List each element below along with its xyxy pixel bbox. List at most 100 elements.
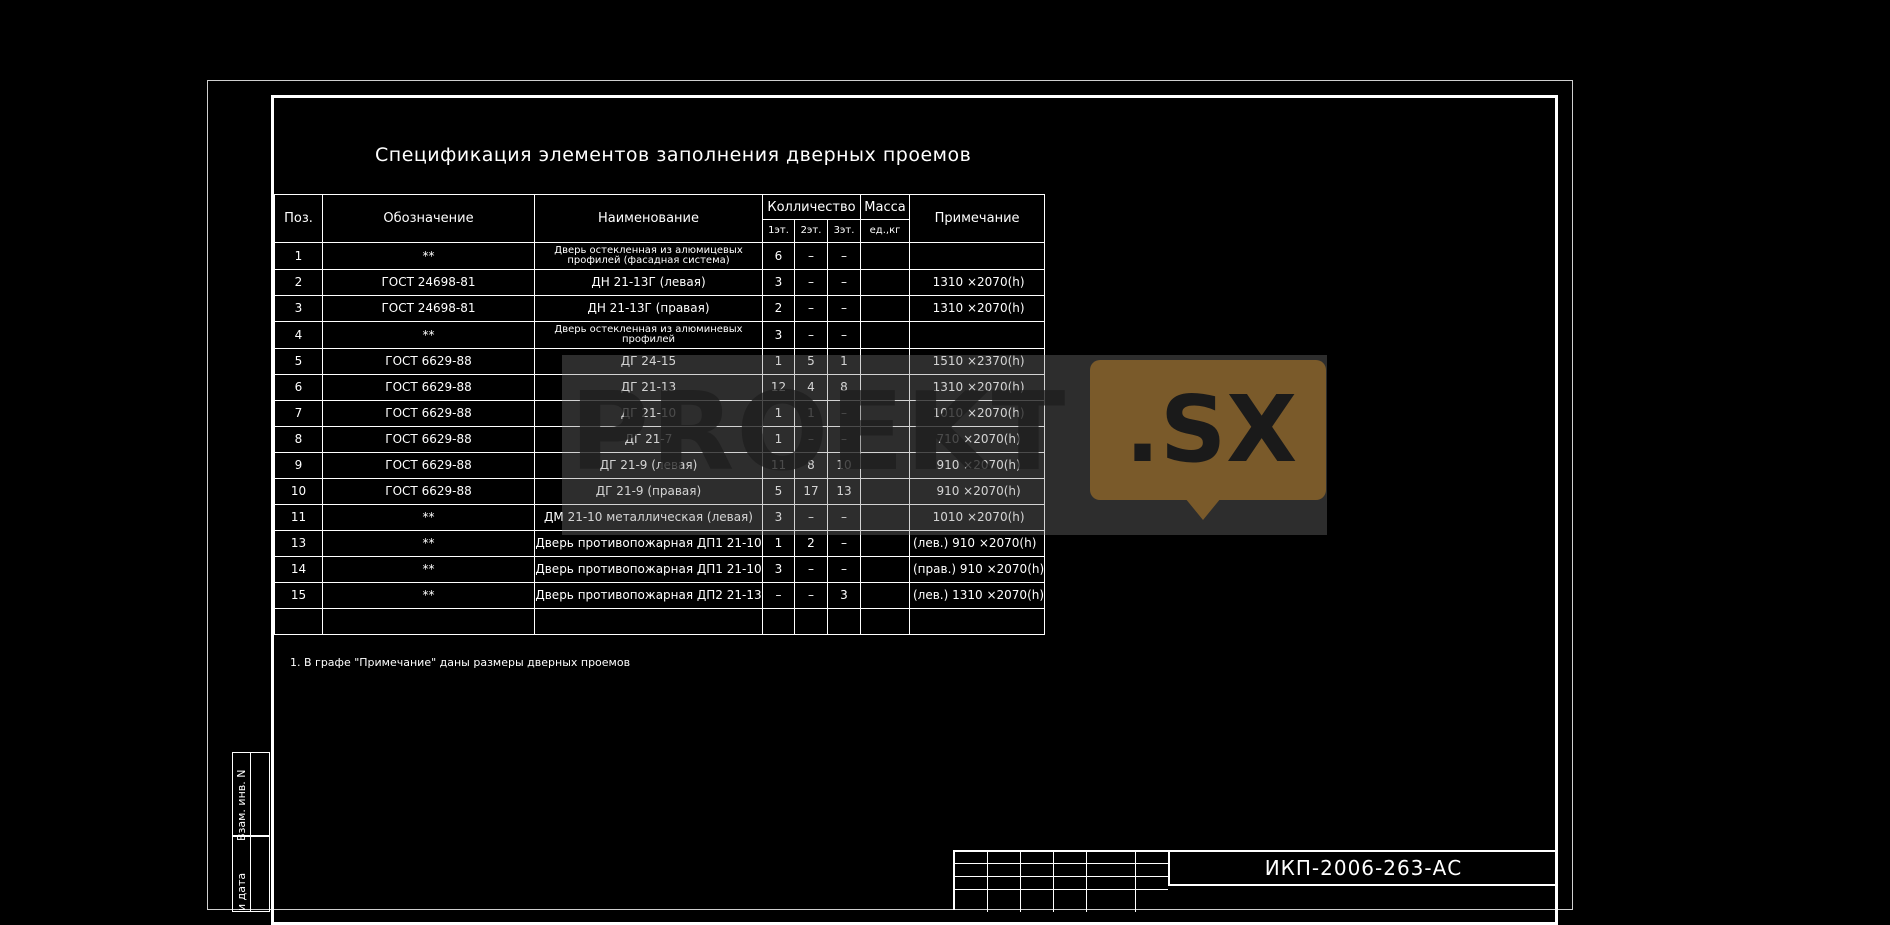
row-pos: 14: [274, 556, 323, 583]
row-pos: 7: [274, 400, 323, 427]
row-floor-2: –: [794, 321, 828, 349]
row-note: 1310 ×2070(h): [908, 269, 1046, 296]
header-mass-unit: ед.,кг: [860, 219, 910, 243]
row-floor-1: 3: [762, 321, 795, 349]
row-pos: 2: [274, 269, 323, 296]
row-floor-3: –: [827, 242, 861, 270]
row-designation: ГОСТ 6629-88: [322, 400, 535, 427]
row-mass: [860, 556, 910, 583]
header-note: Примечание: [908, 194, 1046, 243]
row-note: [908, 608, 1046, 635]
row-floor-2: –: [794, 295, 828, 322]
row-pos: 6: [274, 374, 323, 401]
header-mass: Масса: [860, 194, 910, 220]
row-designation: ГОСТ 6629-88: [322, 426, 535, 453]
table-row: 4 ** Дверь остекленная из алюминевых профи…: [274, 321, 1046, 349]
row-pos: 8: [274, 426, 323, 453]
title-block-grid: [955, 852, 1168, 912]
header-quantity: Колличество: [762, 194, 861, 220]
header-floor-2: 2эт.: [794, 219, 828, 243]
row-mass: [860, 242, 910, 270]
header-floor-1: 1эт.: [762, 219, 795, 243]
table-row: [274, 608, 1046, 635]
row-pos: 1: [274, 242, 323, 270]
row-floor-3: [827, 608, 861, 635]
header-floor-3: 3эт.: [827, 219, 861, 243]
row-designation: **: [322, 242, 535, 270]
row-floor-1: [762, 608, 795, 635]
row-name: [534, 608, 763, 635]
row-designation: ГОСТ 24698-81: [322, 269, 535, 296]
row-name: Дверь остекленная из алюмицевых профилей…: [534, 242, 763, 270]
page-title: Спецификация элементов заполнения дверны…: [375, 144, 972, 166]
document-code: ИКП-2006-263-АС: [1168, 852, 1557, 886]
row-floor-3: –: [827, 295, 861, 322]
watermark-badge-tip: [1185, 498, 1221, 520]
row-name: Дверь противопожарная ДП1 21-10: [534, 556, 763, 583]
row-designation: ГОСТ 24698-81: [322, 295, 535, 322]
side-stamp-replace-label: Взам. инв. N: [235, 769, 248, 841]
row-pos: 10: [274, 478, 323, 505]
row-designation: ГОСТ 6629-88: [322, 374, 535, 401]
row-floor-1: 6: [762, 242, 795, 270]
footnote: 1. В графе "Примечание" даны размеры две…: [290, 656, 631, 669]
header-designation: Обозначение: [322, 194, 535, 243]
row-pos: 4: [274, 321, 323, 349]
row-designation: [322, 608, 535, 635]
row-floor-1: 3: [762, 269, 795, 296]
row-designation: ГОСТ 6629-88: [322, 452, 535, 479]
row-floor-3: –: [827, 321, 861, 349]
row-floor-2: –: [794, 582, 828, 609]
row-floor-2: –: [794, 242, 828, 270]
row-note: [908, 242, 1046, 270]
header-name: Наименование: [534, 194, 763, 243]
row-designation: **: [322, 530, 535, 557]
row-name: Дверь противопожарная ДП2 21-13: [534, 582, 763, 609]
table-row: 1 ** Дверь остекленная из алюмицевых профи…: [274, 242, 1046, 270]
table-row: 2 ГОСТ 24698-81 ДН 21-13Г (левая) 3– –1310 ×…: [274, 269, 1046, 296]
row-pos: 3: [274, 295, 323, 322]
row-designation: **: [322, 504, 535, 531]
row-pos: 9: [274, 452, 323, 479]
row-mass: [860, 582, 910, 609]
row-mass: [860, 608, 910, 635]
row-designation: **: [322, 556, 535, 583]
row-pos: [274, 608, 323, 635]
row-pos: 11: [274, 504, 323, 531]
table-row: 3 ГОСТ 24698-81 ДН 21-13Г (правая) 2– –1310 …: [274, 295, 1046, 322]
row-name: ДН 21-13Г (правая): [534, 295, 763, 322]
row-designation: ГОСТ 6629-88: [322, 478, 535, 505]
row-floor-1: 2: [762, 295, 795, 322]
row-name: Дверь остекленная из алюминевых профилей: [534, 321, 763, 349]
row-mass: [860, 295, 910, 322]
row-note: 1310 ×2070(h): [908, 295, 1046, 322]
row-floor-3: 3: [827, 582, 861, 609]
side-stamp-divider: [233, 835, 269, 837]
watermark-text: PROEKT: [570, 370, 1068, 495]
row-name: ДН 21-13Г (левая): [534, 269, 763, 296]
row-note: (лев.) 1310 ×2070(h): [908, 582, 1046, 609]
header-pos: Поз.: [274, 194, 323, 243]
side-stamp: Взам. инв. N и дата: [232, 752, 270, 912]
row-floor-1: –: [762, 582, 795, 609]
row-note: (прав.) 910 ×2070(h): [908, 556, 1046, 583]
row-pos: 15: [274, 582, 323, 609]
row-pos: 13: [274, 530, 323, 557]
row-mass: [860, 321, 910, 349]
row-pos: 5: [274, 348, 323, 375]
table-row: 14 ** Дверь противопожарная ДП1 21-10 3– – (п…: [274, 556, 1046, 583]
row-designation: ГОСТ 6629-88: [322, 348, 535, 375]
row-floor-3: –: [827, 269, 861, 296]
row-floor-3: –: [827, 556, 861, 583]
row-note: [908, 321, 1046, 349]
row-designation: **: [322, 582, 535, 609]
watermark-domain: .SX: [1125, 376, 1298, 483]
table-row: 15 ** Дверь противопожарная ДП2 21-13– –3 (л…: [274, 582, 1046, 609]
row-floor-2: [794, 608, 828, 635]
row-floor-2: –: [794, 269, 828, 296]
row-floor-2: –: [794, 556, 828, 583]
row-floor-1: 3: [762, 556, 795, 583]
row-designation: **: [322, 321, 535, 349]
row-mass: [860, 269, 910, 296]
title-block: ИКП-2006-263-АС: [953, 850, 1557, 912]
